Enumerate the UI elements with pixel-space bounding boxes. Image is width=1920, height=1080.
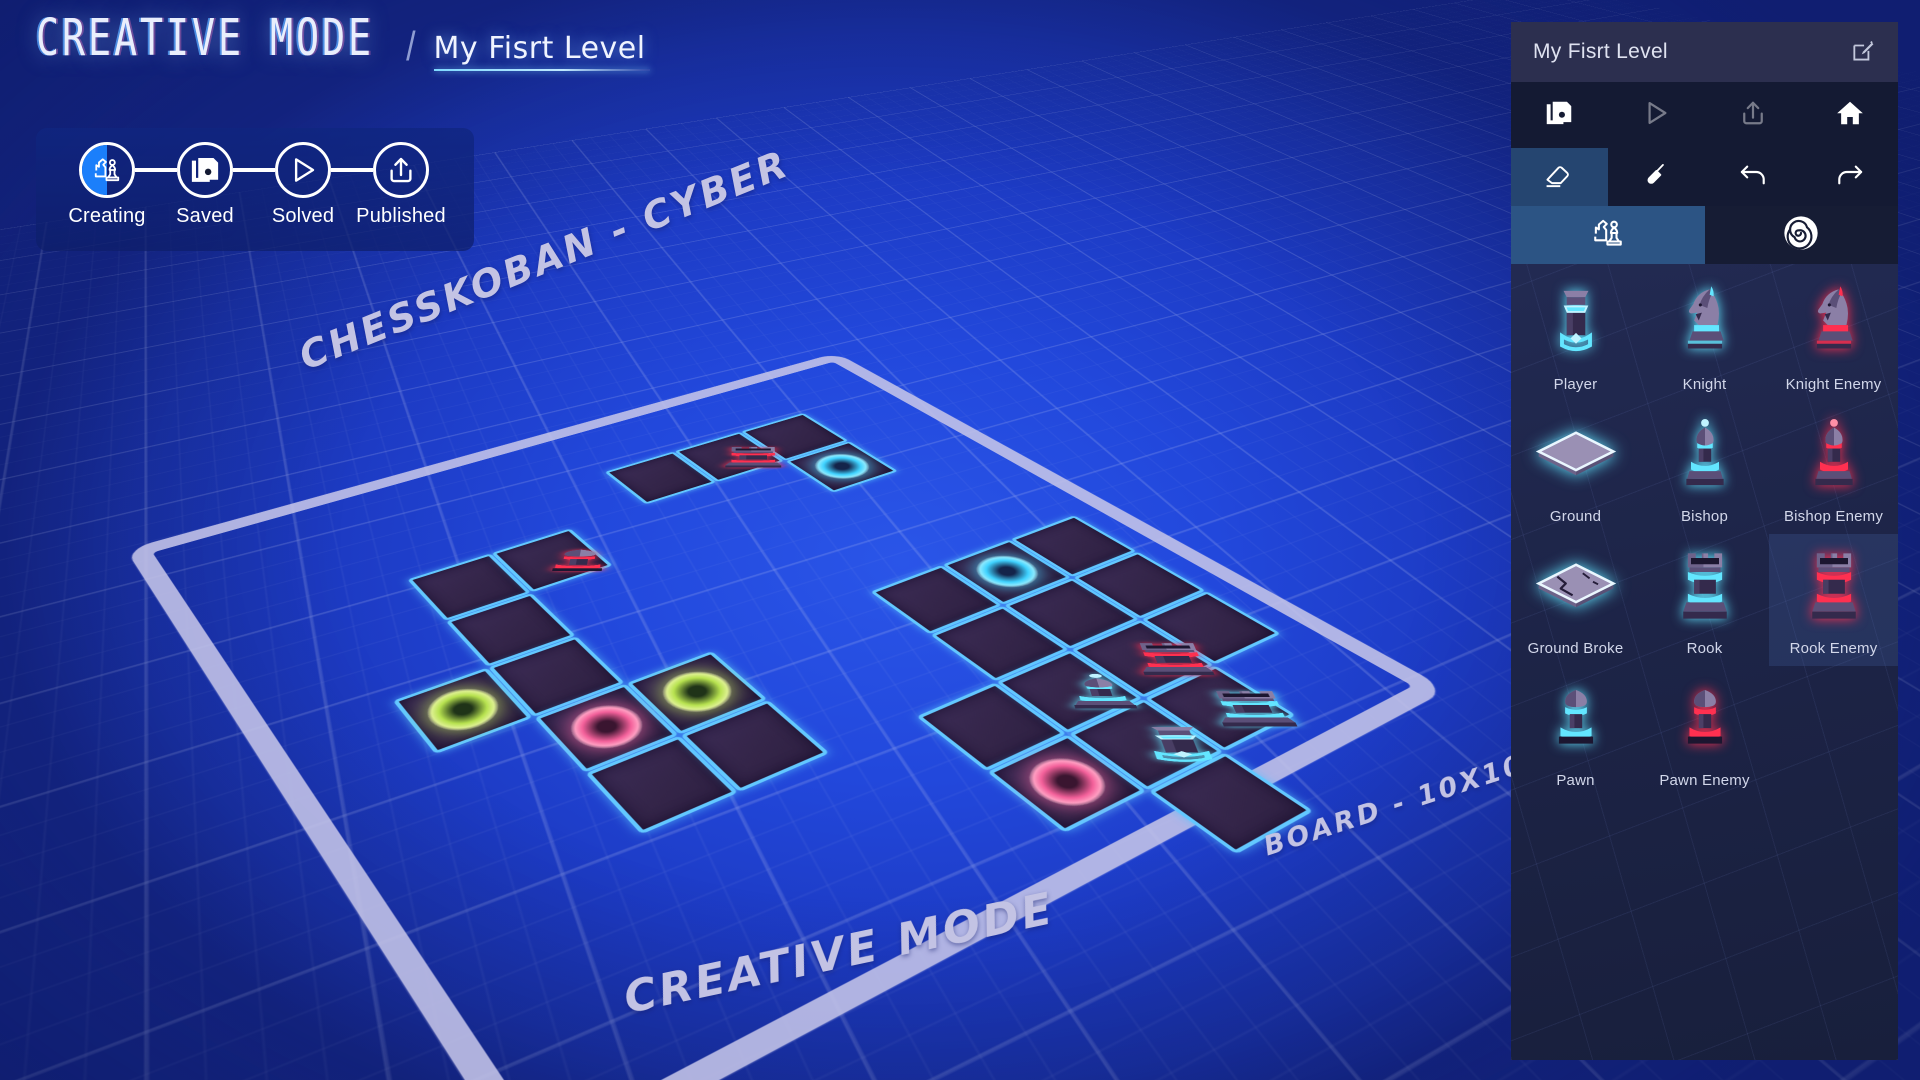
spiral-portal-icon bbox=[1783, 215, 1819, 256]
palette-item-label: Ground bbox=[1549, 508, 1602, 525]
level-name-underline bbox=[433, 69, 650, 71]
palette-item-label: Ground Broke bbox=[1527, 640, 1624, 657]
rook-icon bbox=[1640, 534, 1769, 638]
palette-item-ground[interactable]: Ground bbox=[1511, 402, 1640, 534]
palette-item-rook[interactable]: Rook bbox=[1640, 534, 1769, 666]
palette-item-label: Knight Enemy bbox=[1785, 376, 1882, 393]
progress-circle bbox=[373, 142, 429, 198]
palette-item-label: Rook bbox=[1686, 640, 1723, 657]
eraser-tool-button[interactable] bbox=[1511, 148, 1608, 206]
save-button[interactable] bbox=[1511, 82, 1608, 148]
palette-item-pawn[interactable]: Pawn bbox=[1511, 666, 1640, 798]
progress-step-creating: Creating bbox=[58, 142, 177, 228]
player-token-icon bbox=[1511, 270, 1640, 374]
bishop-icon bbox=[1769, 402, 1898, 506]
palette-item-knight[interactable]: Knight bbox=[1640, 270, 1769, 402]
page-header: CREATIVE MODE / My Fisrt Level bbox=[36, 9, 650, 71]
palette-item-bishop-enemy[interactable]: Bishop Enemy bbox=[1769, 402, 1898, 534]
palette-item-knight-enemy[interactable]: Knight Enemy bbox=[1769, 270, 1898, 402]
portal-green[interactable] bbox=[649, 663, 745, 721]
palette-item-label: Rook Enemy bbox=[1789, 640, 1878, 657]
level-name-field[interactable]: My Fisrt Level bbox=[433, 31, 650, 71]
page-title: CREATIVE MODE bbox=[36, 9, 374, 68]
home-icon bbox=[1836, 99, 1864, 132]
level-progress-panel: Creating Saved Solved Published bbox=[36, 128, 474, 251]
progress-step-published: Published bbox=[352, 142, 450, 228]
portal-green[interactable] bbox=[415, 680, 510, 739]
portal-cyan[interactable] bbox=[803, 449, 880, 484]
palette-item-label: Bishop bbox=[1680, 508, 1729, 525]
redo-tool-button[interactable] bbox=[1801, 148, 1898, 206]
breadcrumb-separator: / bbox=[406, 24, 416, 70]
asset-palette-grid[interactable]: Player Knight Knight Enemy Ground Bishop… bbox=[1511, 264, 1898, 1060]
chess-pieces-icon bbox=[1591, 216, 1625, 255]
progress-circle bbox=[79, 142, 135, 198]
palette-item-label: Knight bbox=[1682, 376, 1727, 393]
progress-step-label: Creating bbox=[68, 205, 146, 227]
knight-icon bbox=[1640, 270, 1769, 374]
knight-icon bbox=[1769, 270, 1898, 374]
level-name-text: My Fisrt Level bbox=[433, 31, 646, 66]
palette-item-label: Pawn bbox=[1556, 772, 1595, 789]
progress-step-label: Published bbox=[356, 205, 446, 227]
undo-icon bbox=[1738, 160, 1768, 195]
panel-header: My Fisrt Level bbox=[1511, 22, 1898, 82]
progress-circle bbox=[275, 142, 331, 198]
pawn-icon bbox=[1640, 666, 1769, 770]
progress-circle bbox=[177, 142, 233, 198]
progress-step-label: Solved bbox=[271, 205, 335, 227]
palette-item-ground-broke[interactable]: Ground Broke bbox=[1511, 534, 1640, 666]
palette-cell-empty bbox=[1769, 666, 1898, 798]
progress-steps: Creating Saved Solved Published bbox=[58, 142, 452, 228]
ground-tile-icon bbox=[1511, 402, 1640, 506]
play-icon bbox=[1642, 99, 1670, 132]
undo-tool-button[interactable] bbox=[1705, 148, 1802, 206]
palette-item-label: Bishop Enemy bbox=[1783, 508, 1884, 525]
progress-step-label: Saved bbox=[176, 205, 234, 227]
upload-icon bbox=[1739, 99, 1767, 132]
tab-portals[interactable] bbox=[1704, 206, 1898, 264]
palette-item-bishop[interactable]: Bishop bbox=[1640, 402, 1769, 534]
panel-tools-row[interactable] bbox=[1511, 148, 1898, 206]
palette-item-rook-enemy[interactable]: Rook Enemy bbox=[1769, 534, 1898, 666]
save-disk-icon bbox=[1545, 99, 1573, 132]
palette-item-pawn-enemy[interactable]: Pawn Enemy bbox=[1640, 666, 1769, 798]
palette-item-label: Player bbox=[1553, 376, 1598, 393]
progress-step-solved: Solved bbox=[254, 142, 373, 228]
home-button[interactable] bbox=[1801, 82, 1898, 148]
editor-tool-panel[interactable]: My Fisrt Level Player Knight Knight Enem… bbox=[1511, 22, 1898, 1060]
tab-pieces[interactable] bbox=[1511, 206, 1705, 264]
bishop-icon bbox=[1640, 402, 1769, 506]
palette-item-player[interactable]: Player bbox=[1511, 270, 1640, 402]
brush-icon bbox=[1641, 160, 1671, 195]
redo-icon bbox=[1835, 160, 1865, 195]
rook-icon bbox=[1769, 534, 1898, 638]
edit-pencil-icon[interactable] bbox=[1848, 37, 1878, 67]
game-viewport: CHESSKOBAN - CYBER CREATIVE MODE BOARD -… bbox=[0, 0, 1920, 1080]
pawn-icon bbox=[1511, 666, 1640, 770]
play-button[interactable] bbox=[1608, 82, 1705, 148]
ground-broke-icon bbox=[1511, 534, 1640, 638]
eraser-icon bbox=[1544, 160, 1574, 195]
panel-category-tabs[interactable] bbox=[1511, 206, 1898, 264]
paint-tool-button[interactable] bbox=[1608, 148, 1705, 206]
panel-action-row[interactable] bbox=[1511, 82, 1898, 148]
palette-item-label: Pawn Enemy bbox=[1659, 772, 1750, 789]
progress-step-saved: Saved bbox=[156, 142, 275, 228]
panel-level-title: My Fisrt Level bbox=[1533, 40, 1668, 63]
publish-button[interactable] bbox=[1705, 82, 1802, 148]
portal-pink[interactable] bbox=[557, 697, 655, 758]
